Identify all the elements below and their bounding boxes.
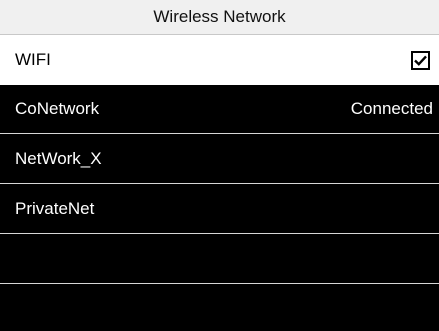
- network-status: Connected: [350, 99, 433, 118]
- wifi-label: WIFI: [15, 50, 51, 69]
- wifi-checkbox[interactable]: [411, 50, 430, 70]
- network-name: PrivateNet: [15, 199, 95, 218]
- wireless-network-screen: Wireless Network WIFI CoNetwork Connecte…: [0, 0, 439, 331]
- network-row-empty: [0, 285, 439, 331]
- network-name: CoNetwork: [15, 99, 100, 118]
- check-icon: [414, 55, 427, 66]
- network-row-network-x[interactable]: NetWork_X: [0, 135, 439, 184]
- wifi-toggle-row[interactable]: WIFI: [0, 35, 439, 85]
- network-row-conetwork[interactable]: CoNetwork Connected: [0, 85, 439, 134]
- network-row-empty: [0, 235, 439, 284]
- network-name: NetWork_X: [15, 149, 102, 168]
- page-title: Wireless Network: [153, 7, 286, 26]
- title-bar: Wireless Network: [0, 0, 439, 35]
- network-row-privatenet[interactable]: PrivateNet: [0, 185, 439, 234]
